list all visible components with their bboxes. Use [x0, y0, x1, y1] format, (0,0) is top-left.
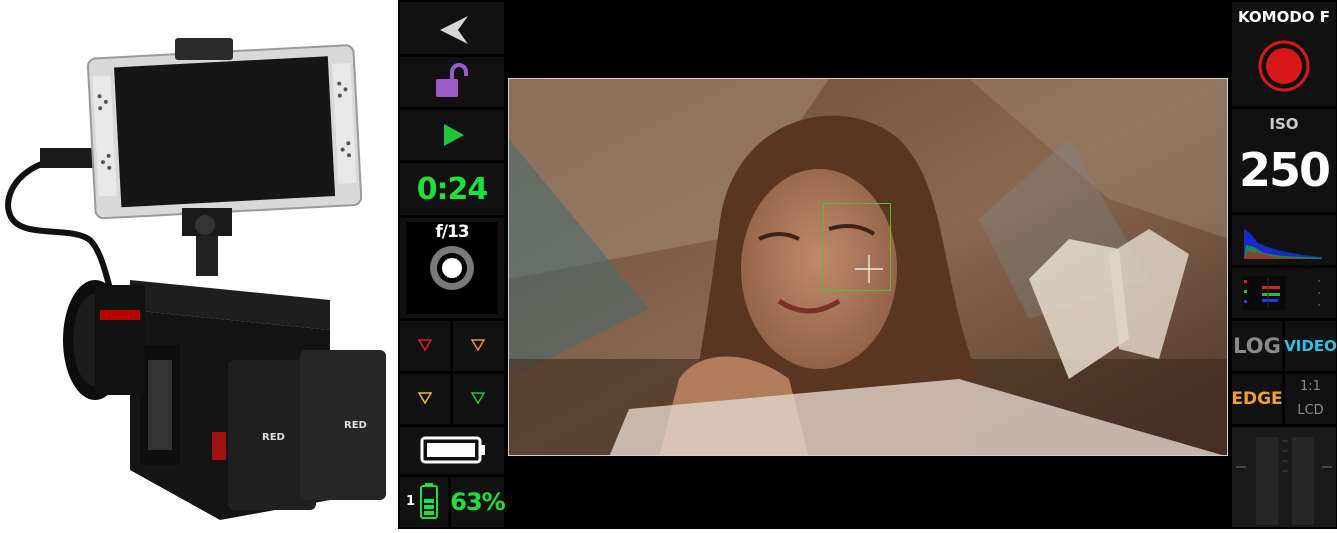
edge-button[interactable]: EDGE: [1231, 374, 1283, 424]
live-view-image[interactable]: [508, 78, 1228, 456]
play-icon: [444, 124, 464, 146]
false-color-green-button[interactable]: [453, 374, 504, 424]
iso-value: 250: [1238, 143, 1331, 197]
camera-product-photo: RED RED: [0, 0, 398, 529]
battery-percent: 63%: [450, 477, 506, 527]
svg-text:RED: RED: [262, 432, 285, 443]
aperture-control[interactable]: f/13: [400, 218, 504, 318]
record-panel: KOMODO F: [1232, 2, 1336, 106]
iso-control[interactable]: ISO 250: [1232, 109, 1336, 212]
false-color-red-button[interactable]: [400, 321, 450, 371]
camera-battery-indicator: [400, 427, 504, 474]
triangle-down-green-icon: [470, 392, 486, 405]
unlock-icon: [436, 63, 468, 97]
record-button[interactable]: [1232, 2, 1336, 106]
aperture-dial-icon: [430, 246, 474, 290]
lcd-label: LCD: [1297, 403, 1324, 418]
camera-rig-illustration: RED RED: [5, 38, 386, 520]
histogram-panel[interactable]: [1232, 215, 1336, 265]
triangle-down-orange-icon: [470, 339, 486, 352]
video-button[interactable]: VIDEO: [1284, 321, 1337, 371]
triangle-down-yellow-icon: [417, 392, 433, 405]
iso-label: ISO: [1269, 115, 1299, 133]
record-timecode: 0:24: [400, 163, 504, 215]
histogram-icon: [1244, 229, 1322, 259]
false-color-orange-button[interactable]: [453, 321, 504, 371]
battery-icon: [420, 436, 485, 464]
crosshair-icon: [855, 255, 883, 283]
log-button[interactable]: LOG: [1232, 321, 1282, 371]
svg-text:RED: RED: [344, 420, 367, 431]
device-battery-slot: 1: [400, 477, 448, 527]
camera-control-app: 0:24 f/13 1 63% KOMODO F ISO 250 LOG VID…: [398, 0, 1337, 529]
battery-slot-number: 1: [406, 494, 416, 509]
playback-button[interactable]: [400, 110, 504, 160]
back-arrow-icon: [440, 16, 468, 44]
rgb-meter-icon: [1242, 276, 1320, 310]
lcd-ratio-button[interactable]: 1:1 LCD: [1285, 374, 1336, 424]
lcd-ratio-value: 1:1: [1300, 379, 1321, 394]
audio-meter-panel[interactable]: [1232, 427, 1336, 527]
lock-toggle-button[interactable]: [400, 57, 504, 107]
triangle-down-red-icon: [417, 339, 433, 352]
rgb-meter-panel[interactable]: [1232, 268, 1336, 318]
audio-meter-icon: [1236, 437, 1332, 525]
false-color-yellow-button[interactable]: [400, 374, 450, 424]
back-button[interactable]: [400, 2, 504, 54]
